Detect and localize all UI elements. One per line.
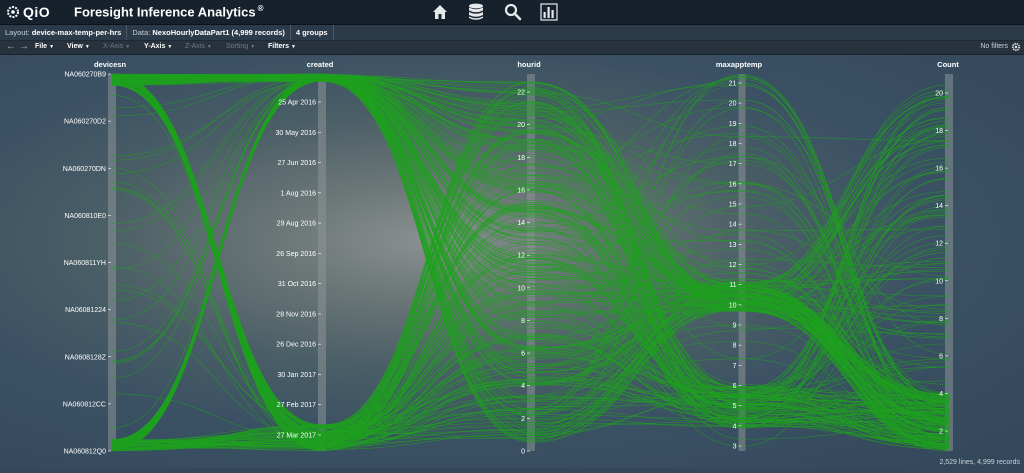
tick-label: NA060270D2 — [64, 119, 106, 126]
tick-label: 3 — [733, 444, 737, 451]
forward-icon[interactable]: → — [19, 41, 29, 52]
tick-label: 11 — [729, 282, 736, 289]
tick-label: 18 — [517, 155, 525, 162]
layout-info[interactable]: Layout: device-max-temp-per-hrs — [0, 25, 128, 40]
tick-label: 14 — [935, 203, 943, 210]
tick-label: 19 — [729, 121, 737, 128]
info-bar: Layout: device-max-temp-per-hrs Data: Ne… — [0, 25, 1024, 41]
back-icon[interactable]: ← — [6, 41, 16, 52]
gear-icon[interactable] — [1011, 42, 1021, 52]
tick-label: 22 — [517, 90, 525, 97]
tick-label: 6 — [939, 353, 943, 360]
tick-label: 14 — [729, 222, 737, 229]
tick-label: 12 — [935, 241, 943, 248]
tick-label: 15 — [729, 202, 737, 209]
tick-label: 21 — [729, 81, 737, 88]
tick-label: 1 Aug 2016 — [281, 190, 317, 197]
view-menu[interactable]: View ▼ — [67, 43, 90, 50]
tick-label: 6 — [733, 383, 737, 390]
axis-header-Count[interactable]: Count — [937, 60, 959, 69]
search-icon[interactable] — [503, 2, 523, 22]
tick-label: 9 — [733, 323, 737, 330]
tick-label: 0 — [521, 449, 525, 456]
no-filters-label: No filters — [980, 43, 1008, 50]
qio-logo-icon — [7, 6, 19, 18]
tick-label: 12 — [517, 253, 525, 260]
home-icon[interactable] — [430, 2, 450, 22]
z-axis-menu[interactable]: Z-Axis ▼ — [185, 43, 212, 50]
tick-label: NA060270B9 — [64, 72, 106, 79]
tick-label: 20 — [517, 122, 525, 129]
tick-label: 5 — [733, 403, 737, 410]
tick-label: 12 — [729, 262, 737, 269]
tick-label: 16 — [517, 187, 525, 194]
tick-label: 4 — [939, 391, 943, 398]
tick-label: 16 — [935, 166, 943, 173]
axis-bar-created[interactable] — [318, 74, 326, 451]
tick-label: 30 May 2016 — [276, 130, 317, 137]
tick-label: 26 Dec 2016 — [276, 342, 316, 349]
tick-label: 10 — [935, 278, 943, 285]
tick-label: NA06081224 — [65, 307, 106, 314]
tick-label: NA060270DN — [63, 166, 106, 173]
tick-label: 27 Feb 2017 — [277, 402, 316, 409]
data-info[interactable]: Data: NexoHourlyDataPart1 (4,999 records… — [127, 25, 291, 40]
tick-label: 8 — [939, 316, 943, 323]
tick-label: 13 — [729, 242, 737, 249]
tick-label: 29 Aug 2016 — [277, 221, 316, 228]
tick-label: 26 Sep 2016 — [276, 251, 316, 258]
x-axis-menu[interactable]: X-Axis ▼ — [103, 43, 130, 50]
database-icon[interactable] — [466, 2, 486, 22]
tick-label: 27 Mar 2017 — [277, 433, 316, 440]
status-text: 2,529 lines, 4,999 records — [939, 459, 1020, 466]
app-title: Foresight Inference Analytics ® — [74, 4, 264, 20]
tick-label: 10 — [517, 285, 525, 292]
tick-label: 18 — [729, 141, 737, 148]
tick-label: 2 — [521, 416, 525, 423]
tick-label: 16 — [729, 181, 737, 188]
tick-label: 10 — [729, 302, 737, 309]
tick-label: 4 — [733, 423, 737, 430]
parallel-coordinates-plot[interactable]: devicesn NA060270B9 NA060270D2 NA060270DN NA… — [0, 55, 1024, 468]
tick-label: 8 — [733, 343, 737, 350]
tick-label: 8 — [521, 318, 525, 325]
logo-text: QiO — [23, 4, 51, 20]
tick-label: NA060810E0 — [64, 213, 106, 220]
tick-label: 31 Oct 2016 — [278, 281, 316, 288]
tick-label: NA060811YH — [64, 260, 106, 267]
tick-label: 6 — [521, 351, 525, 358]
axis-header-devicesn[interactable]: devicesn — [94, 60, 127, 69]
tick-label: 7 — [733, 363, 737, 370]
tick-label: 17 — [729, 161, 737, 168]
axis-header-created[interactable]: created — [307, 60, 334, 69]
app-header: QiO Foresight Inference Analytics ® — [0, 0, 1024, 25]
tick-label: 30 Jan 2017 — [277, 372, 316, 379]
tick-label: NA060812Q0 — [64, 449, 107, 456]
tick-label: NA060812CC — [63, 401, 106, 408]
tick-label: 14 — [517, 220, 525, 227]
tick-label: 20 — [935, 91, 943, 98]
tick-label: 4 — [521, 383, 525, 390]
toolbar: ← → File ▼ View ▼ X-Axis ▼ Y-Axis ▼ Z-Axis ▼ … — [0, 41, 1024, 55]
tick-label: 25 Apr 2016 — [278, 100, 316, 107]
qio-logo[interactable]: QiO — [6, 2, 50, 22]
bar-chart-icon[interactable] — [539, 2, 559, 22]
parallel-coordinates-chart[interactable]: devicesn NA060270B9 NA060270D2 NA060270DN NA… — [0, 55, 1024, 468]
tick-label: 18 — [935, 128, 943, 135]
tick-label: 20 — [729, 101, 737, 108]
y-axis-menu[interactable]: Y-Axis ▼ — [144, 43, 172, 50]
axis-header-maxapptemp[interactable]: maxapptemp — [716, 60, 763, 69]
groups-info[interactable]: 4 groups — [291, 25, 334, 40]
axis-header-hourid[interactable]: hourid — [517, 60, 541, 69]
file-menu[interactable]: File ▼ — [35, 43, 54, 50]
tick-label: 2 — [939, 429, 943, 436]
sorting-menu[interactable]: Sorting ▼ — [226, 43, 255, 50]
tick-label: NA0608128Z — [65, 354, 107, 361]
tick-label: 27 Jun 2016 — [277, 160, 316, 167]
filters-menu[interactable]: Filters ▼ — [268, 43, 296, 50]
tick-label: 28 Nov 2016 — [276, 311, 316, 318]
